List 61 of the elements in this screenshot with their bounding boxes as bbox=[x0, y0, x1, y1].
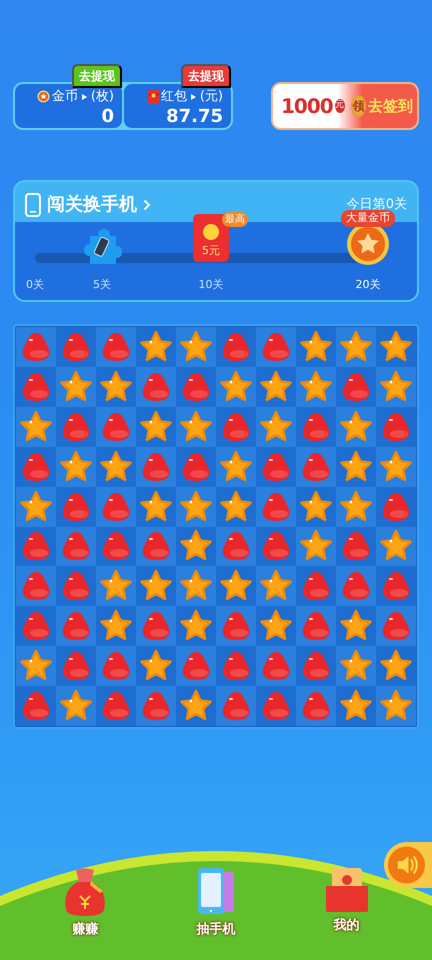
wallet-label: 金币 bbox=[52, 88, 78, 106]
triangle-icon bbox=[82, 94, 87, 100]
star-candy-icon bbox=[219, 450, 253, 484]
milestone-label: 5关 bbox=[93, 277, 111, 293]
nav-tab[interactable]: 赚赚 bbox=[40, 866, 130, 940]
milestone-label: 0关 bbox=[26, 277, 44, 293]
star-candy-icon bbox=[19, 410, 53, 444]
star-candy-icon bbox=[219, 490, 253, 524]
star-candy-icon bbox=[299, 370, 333, 404]
star-candy-icon bbox=[59, 370, 93, 404]
star-candy-icon bbox=[339, 330, 373, 364]
star-candy-icon bbox=[139, 410, 173, 444]
reward-tag: 最高 bbox=[222, 212, 248, 227]
sign-in-label: 去签到 bbox=[368, 96, 413, 117]
star-candy-icon bbox=[299, 490, 333, 524]
star-candy-icon bbox=[179, 330, 213, 364]
today-level-text: 今日第0关 bbox=[346, 196, 407, 212]
star-candy-icon bbox=[99, 450, 133, 484]
nav-tab[interactable]: 我的 bbox=[302, 866, 392, 940]
triangle-icon bbox=[190, 94, 196, 100]
star-candy-icon bbox=[379, 330, 413, 364]
star-candy-icon bbox=[339, 410, 373, 444]
withdraw-button[interactable]: 去提现 bbox=[72, 64, 122, 88]
star-candy-icon bbox=[339, 490, 373, 524]
puzzle-phone-icon bbox=[82, 226, 122, 266]
coin-icon bbox=[202, 223, 220, 241]
star-candy-icon bbox=[339, 450, 373, 484]
speaker-icon bbox=[387, 845, 426, 885]
star-candy-icon bbox=[259, 370, 293, 404]
currency-badge: 元 bbox=[334, 99, 345, 113]
wallet-value: 0 bbox=[101, 106, 114, 128]
reward-amount: 5元 bbox=[202, 242, 220, 258]
star-candy-icon bbox=[59, 450, 93, 484]
claim-badge: 领 bbox=[350, 95, 366, 117]
chevron-right-icon bbox=[143, 198, 151, 210]
sound-button[interactable] bbox=[384, 842, 432, 888]
envelope-icon bbox=[148, 90, 159, 104]
star-candy-icon bbox=[179, 490, 213, 524]
unit-label: (枚) bbox=[90, 88, 114, 106]
star-candy-icon bbox=[219, 370, 253, 404]
star-candy-icon bbox=[299, 330, 333, 364]
star-candy-icon bbox=[99, 370, 133, 404]
reward-amount: 1000 bbox=[281, 93, 333, 120]
phone-icon bbox=[25, 192, 41, 216]
coin-icon bbox=[36, 90, 50, 104]
wallet-value: 87.75 bbox=[166, 106, 223, 128]
milestone-label: 20关 bbox=[356, 277, 380, 293]
nav-tab[interactable]: 抽手机 bbox=[170, 866, 261, 940]
star-candy-icon bbox=[379, 450, 413, 484]
milestone-label: 10关 bbox=[198, 277, 224, 293]
challenge-title-link[interactable]: 闯关换手机 bbox=[47, 191, 151, 218]
withdraw-button[interactable]: 去提现 bbox=[181, 64, 231, 88]
star-candy-icon bbox=[179, 410, 213, 444]
star-candy-icon bbox=[139, 330, 173, 364]
star-candy-icon bbox=[259, 410, 293, 444]
star-candy-icon bbox=[19, 490, 53, 524]
star-candy-icon bbox=[379, 370, 413, 404]
wallet-label: 红包 bbox=[160, 88, 187, 106]
reward-tag: 大量金币 bbox=[341, 210, 395, 226]
unit-label: (元) bbox=[200, 88, 223, 106]
star-candy-icon bbox=[139, 490, 173, 524]
